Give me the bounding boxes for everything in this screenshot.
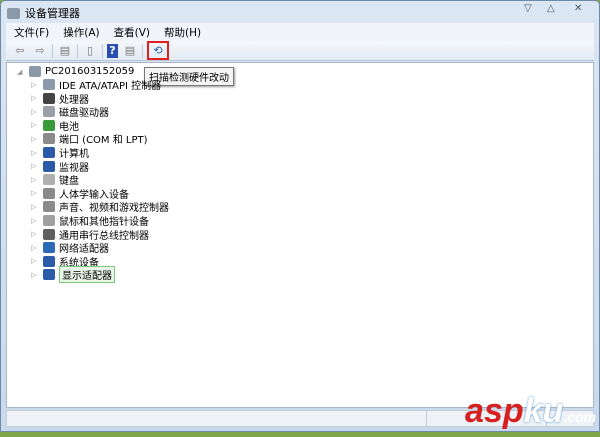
device-category-icon [43, 79, 55, 90]
device-category-icon [43, 242, 55, 254]
action-pane-icon[interactable]: ▤ [122, 44, 138, 58]
expand-icon[interactable]: ▷ [31, 94, 39, 102]
separator [102, 43, 103, 58]
menu-file[interactable]: 文件(F) [14, 25, 49, 40]
toolbar: ⇦ ⇨ ▤ ▯ ? ▤ ⟲ [6, 41, 594, 61]
collapse-icon[interactable]: ◢ [17, 68, 25, 76]
device-category-icon [43, 201, 55, 213]
menu-action[interactable]: 操作(A) [63, 25, 99, 40]
tree-item[interactable]: ▷ 处理器 [31, 92, 89, 106]
separator [52, 43, 53, 58]
menu-help[interactable]: 帮助(H) [164, 25, 201, 40]
tree-item[interactable]: ▷ 通用串行总线控制器 [31, 228, 149, 242]
device-category-icon [43, 255, 55, 267]
maximize-button[interactable]: △ [547, 3, 555, 14]
tree-item[interactable]: ▷ 人体学输入设备 [31, 187, 129, 201]
tree-item[interactable]: ▷ IDE ATA/ATAPI 控制器 [31, 78, 161, 92]
expand-icon[interactable]: ▷ [31, 271, 39, 279]
device-category-icon [43, 269, 55, 281]
device-category-icon [43, 187, 55, 199]
device-manager-icon [7, 7, 20, 19]
menu-view[interactable]: 查看(V) [114, 25, 150, 40]
expand-icon[interactable]: ▷ [31, 135, 39, 143]
window-title: 设备管理器 [25, 7, 80, 20]
expand-icon[interactable]: ▷ [31, 189, 39, 197]
expand-icon[interactable]: ▷ [31, 257, 39, 265]
tree-item[interactable]: ▷ 电池 [31, 119, 79, 133]
expand-icon[interactable]: ▷ [31, 81, 39, 89]
expand-icon[interactable]: ▷ [31, 162, 39, 170]
tree-item[interactable]: ▷ 网络适配器 [31, 241, 109, 255]
device-category-icon [43, 228, 55, 240]
watermark-logo: aspku.com [465, 392, 596, 430]
back-icon[interactable]: ⇦ [12, 44, 28, 58]
device-manager-window: 设备管理器 ▽ △ ✕ 文件(F) 操作(A) 查看(V) 帮助(H) ⇦ ⇨ … [0, 0, 600, 432]
tree-item[interactable]: ▷ 磁盘驱动器 [31, 105, 109, 119]
expand-icon[interactable]: ▷ [31, 149, 39, 157]
tree-item[interactable]: ▷ 显示适配器 [31, 266, 115, 284]
expand-icon[interactable]: ▷ [31, 121, 39, 129]
scan-hardware-changes-button[interactable]: ⟲ [147, 41, 169, 60]
device-category-icon [43, 92, 55, 104]
device-category-icon [43, 133, 55, 145]
separator [77, 43, 78, 58]
help-icon[interactable]: ? [107, 43, 118, 58]
tree-root-label: PC201603152059 [45, 66, 135, 77]
close-button[interactable]: ✕ [574, 3, 582, 14]
device-category-icon [43, 119, 55, 131]
show-hide-tree-icon[interactable]: ▤ [57, 44, 73, 58]
tree-item[interactable]: ▷ 端口 (COM 和 LPT) [31, 132, 148, 146]
tree-item[interactable]: ▷ 鼠标和其他指针设备 [31, 214, 149, 228]
expand-icon[interactable]: ▷ [31, 176, 39, 184]
tree-item-label: 显示适配器 [59, 266, 115, 284]
title-bar: 设备管理器 [7, 5, 80, 21]
expand-icon[interactable]: ▷ [31, 108, 39, 116]
tree-item[interactable]: ▷ 计算机 [31, 146, 89, 160]
tree-item[interactable]: ▷ 键盘 [31, 173, 79, 187]
expand-icon[interactable]: ▷ [31, 244, 39, 252]
minimize-button[interactable]: ▽ [524, 3, 532, 14]
properties-icon[interactable]: ▯ [82, 44, 98, 58]
device-category-icon [43, 174, 55, 186]
expand-icon[interactable]: ▷ [31, 217, 39, 225]
forward-icon[interactable]: ⇨ [32, 44, 48, 58]
expand-icon[interactable]: ▷ [31, 203, 39, 211]
expand-icon[interactable]: ▷ [31, 230, 39, 238]
tree-item[interactable]: ▷ 监视器 [31, 160, 89, 174]
separator [142, 43, 143, 58]
device-category-icon [43, 160, 55, 172]
device-category-icon [43, 215, 55, 226]
tree-item[interactable]: ▷ 声音、视频和游戏控制器 [31, 200, 169, 214]
device-category-icon [43, 147, 55, 158]
menu-bar: 文件(F) 操作(A) 查看(V) 帮助(H) [6, 23, 594, 41]
computer-icon [29, 66, 41, 77]
device-category-icon [43, 106, 55, 118]
